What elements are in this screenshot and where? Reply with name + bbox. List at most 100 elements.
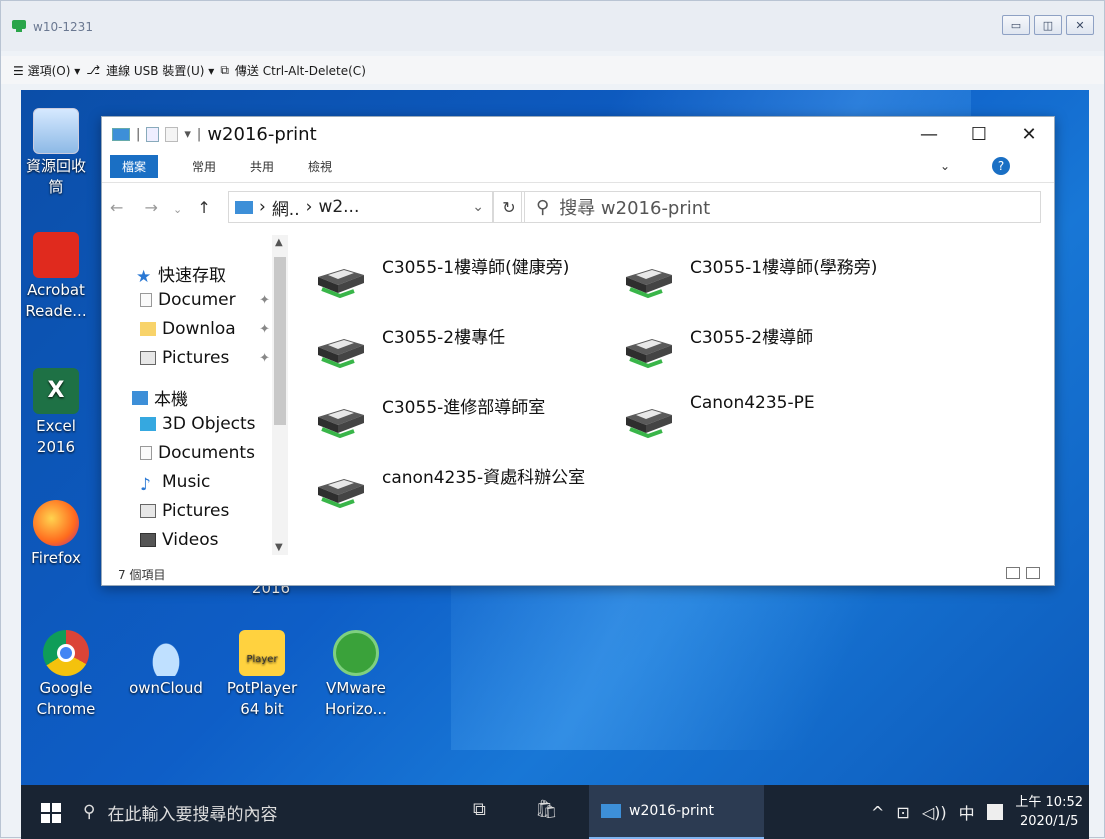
breadcrumb-server[interactable]: w2... bbox=[318, 197, 359, 217]
scroll-down-icon[interactable]: ▼ bbox=[275, 542, 283, 553]
nav-item-documents[interactable]: Documer ✦ bbox=[140, 290, 270, 310]
large-icons-view-icon[interactable] bbox=[1026, 567, 1040, 579]
printer-item[interactable]: canon4235-資處科辦公室 bbox=[314, 463, 585, 509]
desktop-icon-label: Google Chrome bbox=[36, 679, 96, 718]
nav-item-pictures[interactable]: Pictures ✦ bbox=[140, 348, 270, 368]
back-icon[interactable]: ← bbox=[110, 198, 123, 217]
vm-window: w10-1231 ▭ ◫ ✕ ☰ 選項(O) ▾ ⎇ 連線 USB 裝置(U) … bbox=[0, 0, 1105, 839]
scroll-up-icon[interactable]: ▲ bbox=[275, 237, 283, 248]
recent-dropdown-icon[interactable]: ⌄ bbox=[173, 203, 182, 216]
nav-item-music[interactable]: ♪ Music bbox=[140, 472, 210, 492]
desktop-icon-firefox[interactable]: Firefox bbox=[21, 500, 101, 569]
nav-label: Documents bbox=[158, 443, 255, 463]
explorer-titlebar[interactable]: | ▾ | w2016-print — ☐ ✕ bbox=[102, 117, 1054, 151]
printer-item[interactable]: C3055-進修部導師室 bbox=[314, 393, 545, 439]
vm-menubar: ☰ 選項(O) ▾ ⎇ 連線 USB 裝置(U) ▾ ⧉ 傳送 Ctrl-Alt… bbox=[1, 56, 1104, 84]
input-method-indicator[interactable]: 中 bbox=[959, 800, 975, 824]
printer-name: C3055-1樓導師(學務旁) bbox=[690, 258, 878, 278]
scroll-thumb[interactable] bbox=[274, 257, 286, 425]
breadcrumb[interactable]: › 網.. › w2... ⌄ bbox=[228, 191, 493, 223]
vm-title: w10-1231 bbox=[33, 20, 93, 34]
desktop-icon-acrobat[interactable]: Acrobat Reade... bbox=[21, 232, 101, 322]
music-icon: ♪ bbox=[140, 475, 151, 492]
desktop-icon-owncloud[interactable]: ownCloud bbox=[121, 630, 211, 699]
desktop-icon-chrome[interactable]: Google Chrome bbox=[21, 630, 111, 720]
pin-icon: ✦ bbox=[259, 350, 270, 366]
printer-icon bbox=[318, 339, 364, 369]
send-cad-menu[interactable]: 傳送 Ctrl-Alt-Delete(C) bbox=[235, 62, 366, 79]
details-view-icon[interactable] bbox=[1006, 567, 1020, 579]
tab-share[interactable]: 共用 bbox=[250, 158, 274, 175]
computer-icon bbox=[601, 804, 621, 818]
explorer-close-button[interactable]: ✕ bbox=[1004, 117, 1054, 151]
nav-item-documents-pc[interactable]: Documents bbox=[140, 443, 255, 463]
taskbar-search[interactable]: ⚲ 在此輸入要搜尋的內容 bbox=[83, 785, 289, 839]
item-count: 7 個項目 bbox=[118, 567, 166, 582]
tab-home[interactable]: 常用 bbox=[192, 158, 216, 175]
printer-name: Canon4235-PE bbox=[690, 393, 815, 413]
desktop-icon-vmware[interactable]: VMware Horizo... bbox=[311, 630, 401, 720]
network-icon[interactable]: ⊡ bbox=[896, 803, 909, 822]
printer-item[interactable]: C3055-2樓專任 bbox=[314, 323, 505, 369]
pin-icon: ✦ bbox=[259, 292, 270, 308]
desktop-icon-recycle-bin[interactable]: 資源回收 筒 bbox=[21, 108, 101, 198]
up-icon[interactable]: ↑ bbox=[197, 198, 210, 217]
printer-item[interactable]: C3055-1樓導師(健康旁) bbox=[314, 253, 569, 299]
vmware-icon bbox=[333, 630, 379, 676]
nav-this-pc[interactable]: 本機 bbox=[132, 385, 188, 410]
volume-icon[interactable]: ◁)) bbox=[922, 803, 947, 822]
taskbar-app-explorer[interactable]: w2016-print bbox=[589, 785, 764, 839]
explorer-minimize-button[interactable]: — bbox=[904, 117, 954, 151]
store-icon[interactable]: 🛍 bbox=[535, 799, 558, 820]
properties-icon[interactable] bbox=[146, 126, 160, 142]
printer-icon bbox=[626, 339, 672, 369]
qat-dropdown-icon[interactable]: ▾ bbox=[184, 127, 191, 142]
nav-quick-access[interactable]: ★ 快速存取 bbox=[136, 261, 226, 286]
desktop-icon-label: 資源回收 筒 bbox=[25, 157, 86, 196]
printer-name: C3055-2樓專任 bbox=[382, 328, 506, 348]
file-list: C3055-1樓導師(健康旁) C3055-1樓導師(學務旁) C3055-2樓… bbox=[302, 235, 1042, 555]
close-button[interactable]: ✕ bbox=[1066, 15, 1094, 35]
desktop-icon-label: VMware Horizo... bbox=[325, 679, 387, 718]
printer-item[interactable]: Canon4235-PE bbox=[622, 393, 815, 439]
desktop-icon-potplayer[interactable]: Player PotPlayer 64 bit bbox=[217, 630, 307, 720]
windows-start-icon[interactable] bbox=[41, 803, 61, 823]
task-view-icon[interactable]: ⧉ bbox=[473, 799, 486, 820]
nav-item-videos[interactable]: Videos bbox=[140, 530, 219, 550]
nav-scrollbar[interactable]: ▲ ▼ bbox=[272, 235, 288, 555]
nav-item-pictures-pc[interactable]: Pictures bbox=[140, 501, 229, 521]
firefox-icon bbox=[33, 500, 79, 546]
printer-item[interactable]: C3055-2樓導師 bbox=[622, 323, 813, 369]
quick-access-toolbar: | ▾ | bbox=[102, 126, 201, 142]
view-toggles bbox=[1006, 567, 1040, 579]
clock[interactable]: 上午 10:52 2020/1/5 bbox=[1015, 793, 1083, 831]
minimize-button[interactable]: ▭ bbox=[1002, 15, 1030, 35]
nav-label: 快速存取 bbox=[158, 266, 226, 286]
cube-icon bbox=[140, 417, 156, 431]
vm-titlebar[interactable]: w10-1231 ▭ ◫ ✕ bbox=[1, 1, 1104, 51]
explorer-maximize-button[interactable]: ☐ bbox=[954, 117, 1004, 151]
notification-icon[interactable] bbox=[986, 804, 1003, 820]
restore-button[interactable]: ◫ bbox=[1034, 15, 1062, 35]
ribbon-tabs: 檔案 常用 共用 檢視 ⌄ ? bbox=[102, 151, 1054, 183]
expand-ribbon-icon[interactable]: ⌄ bbox=[940, 159, 950, 173]
tray-overflow-icon[interactable]: ^ bbox=[871, 803, 884, 822]
printer-item[interactable]: C3055-1樓導師(學務旁) bbox=[622, 253, 877, 299]
options-menu[interactable]: ☰ 選項(O) ▾ bbox=[13, 62, 80, 79]
pictures-icon bbox=[140, 504, 156, 518]
forward-icon[interactable]: → bbox=[145, 198, 158, 217]
nav-item-downloads[interactable]: Downloa ✦ bbox=[140, 319, 270, 339]
search-input[interactable]: ⚲ 搜尋 w2016-print bbox=[521, 191, 1041, 223]
printer-name: C3055-進修部導師室 bbox=[382, 398, 546, 418]
new-folder-icon[interactable] bbox=[165, 126, 179, 142]
usb-menu[interactable]: 連線 USB 裝置(U) ▾ bbox=[106, 62, 214, 79]
address-dropdown-icon[interactable]: ⌄ bbox=[472, 199, 484, 215]
tab-file[interactable]: 檔案 bbox=[110, 155, 159, 178]
excel-icon: X bbox=[33, 368, 79, 414]
help-icon[interactable]: ? bbox=[992, 157, 1010, 175]
breadcrumb-network[interactable]: 網.. bbox=[272, 195, 300, 220]
tab-view[interactable]: 檢視 bbox=[308, 158, 332, 175]
document-icon bbox=[140, 293, 152, 307]
nav-item-3d-objects[interactable]: 3D Objects bbox=[140, 414, 256, 434]
desktop-icon-excel[interactable]: X Excel 2016 bbox=[21, 368, 101, 458]
